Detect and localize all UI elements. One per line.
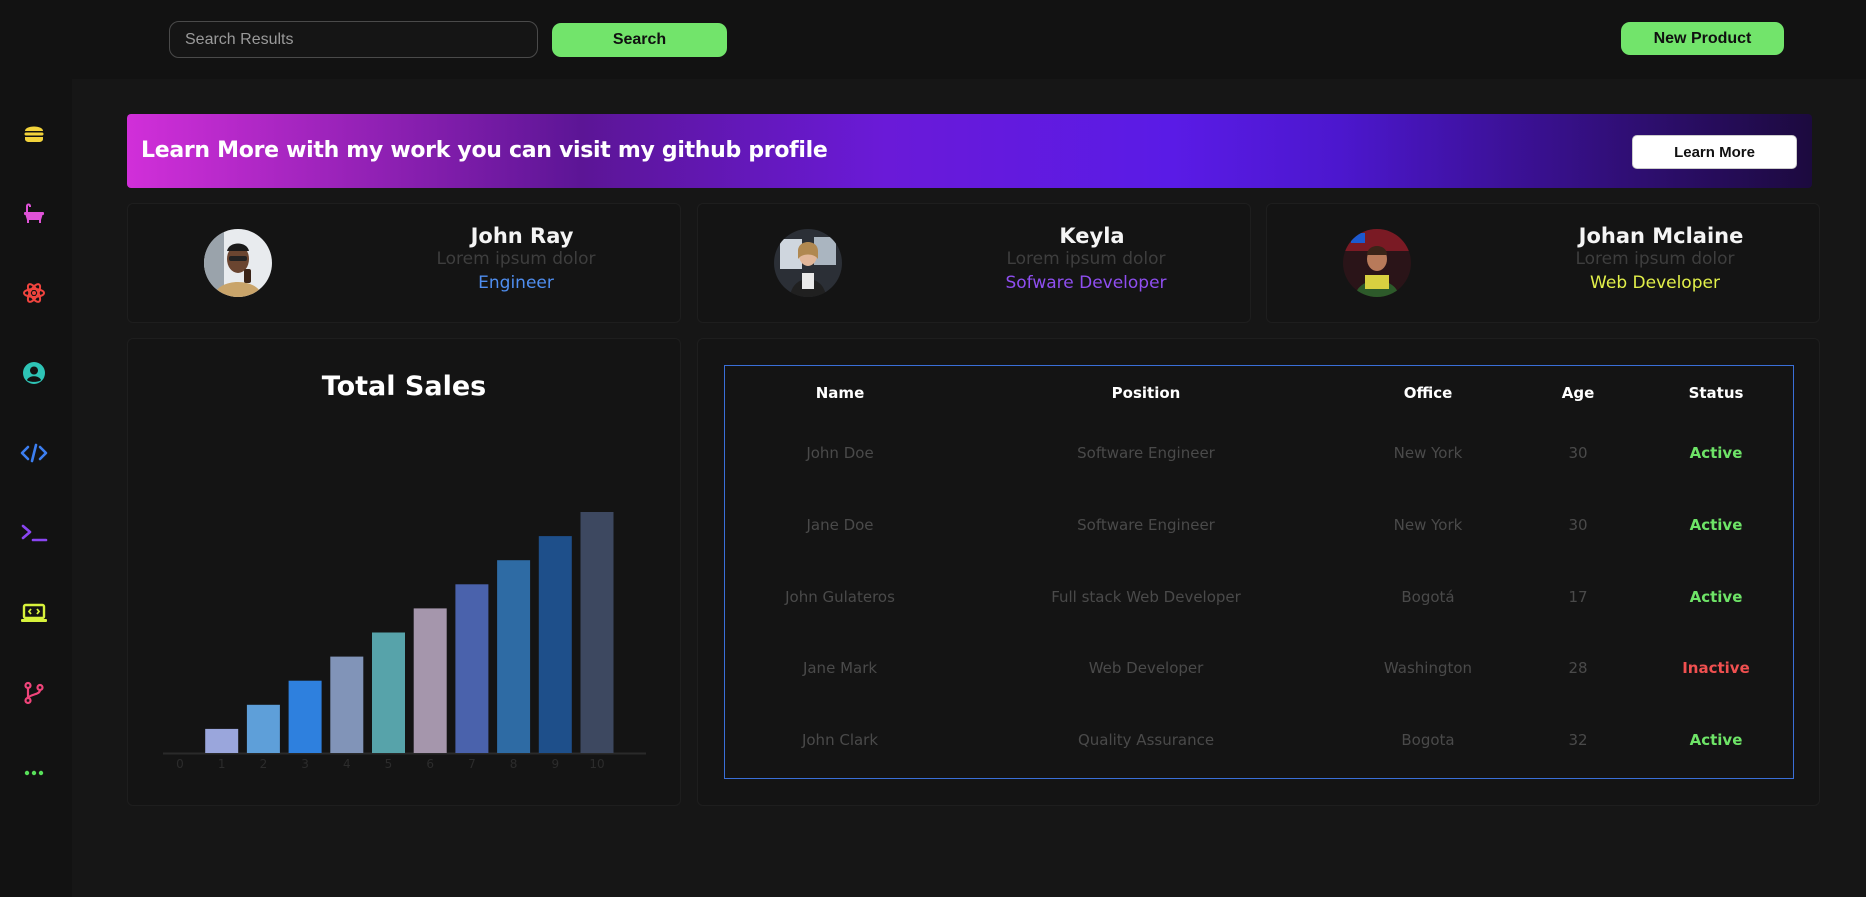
- react-atom-icon[interactable]: [17, 276, 51, 310]
- bar-1[interactable]: [205, 728, 239, 753]
- profile-card-john-ray: John Ray Lorem ipsum dolor Engineer: [127, 203, 681, 323]
- table-cell-status: Active: [1689, 588, 1743, 606]
- avatar: [204, 229, 272, 297]
- table-cell-position: Web Developer: [1088, 659, 1204, 677]
- avatar: [774, 229, 842, 297]
- sidebar: [0, 79, 72, 897]
- x-tick-label: 9: [551, 757, 559, 771]
- x-tick-label: 2: [260, 757, 268, 771]
- table-cell-position: Full stack Web Developer: [1051, 588, 1241, 606]
- bar-7[interactable]: [455, 584, 489, 753]
- table-cell-office: New York: [1393, 516, 1463, 534]
- avatar: [1343, 229, 1411, 297]
- bar-6[interactable]: [413, 608, 447, 753]
- profile-role: Sofware Developer: [1005, 273, 1167, 293]
- bar-9[interactable]: [538, 536, 572, 753]
- profile-subtitle: Lorem ipsum dolor: [1575, 249, 1735, 269]
- table-cell-status: Active: [1689, 516, 1743, 534]
- table-cell-position: Quality Assurance: [1077, 731, 1215, 749]
- laptop-code-icon[interactable]: [17, 596, 51, 630]
- table-cell-age: 32: [1568, 731, 1588, 749]
- table-cell-name: Jane Mark: [802, 659, 878, 677]
- x-tick-label: 7: [468, 757, 476, 771]
- profile-role: Engineer: [478, 273, 554, 293]
- employees-table: Name Position Office Age Status John Doe…: [724, 365, 1794, 779]
- bar-2[interactable]: [246, 704, 280, 753]
- table-cell-name: John Clark: [801, 731, 879, 749]
- profile-name: Johan Mclaine: [1578, 224, 1744, 248]
- column-header-age[interactable]: Age: [1562, 384, 1595, 402]
- bar-10[interactable]: [580, 512, 614, 753]
- table-cell-office: Bogota: [1401, 731, 1455, 749]
- table-cell-name: Jane Doe: [806, 516, 874, 534]
- table-cell-age: 28: [1568, 659, 1588, 677]
- code-icon[interactable]: [17, 436, 51, 470]
- bar-4[interactable]: [330, 656, 364, 753]
- profile-name: Keyla: [1059, 224, 1125, 248]
- table-cell-age: 17: [1568, 588, 1588, 606]
- column-header-position[interactable]: Position: [1112, 384, 1181, 402]
- profile-card-johan-mclaine: Johan Mclaine Lorem ipsum dolor Web Deve…: [1266, 203, 1820, 323]
- table-cell-office: Washington: [1383, 659, 1473, 677]
- table-cell-age: 30: [1568, 444, 1588, 462]
- table-cell-age: 30: [1568, 516, 1588, 534]
- column-header-office[interactable]: Office: [1404, 384, 1453, 402]
- table-cell-office: Bogotá: [1401, 588, 1455, 606]
- top-bar: Search New Product: [0, 0, 1866, 79]
- github-banner: Learn More with my work you can visit my…: [127, 114, 1812, 188]
- user-circle-icon[interactable]: [17, 356, 51, 390]
- profile-name: John Ray: [470, 224, 574, 248]
- table-cell-position: Software Engineer: [1077, 516, 1215, 534]
- x-tick-label: 1: [218, 757, 226, 771]
- new-product-button[interactable]: New Product: [1621, 22, 1784, 55]
- bathtub-icon[interactable]: [17, 196, 51, 230]
- column-header-status[interactable]: Status: [1689, 384, 1744, 402]
- x-tick-label: 5: [385, 757, 393, 771]
- profile-role: Web Developer: [1590, 273, 1720, 293]
- table-cell-status: Active: [1689, 444, 1743, 462]
- sales-bar-chart: 0 1 2 3 4 5 6 7 8 9 10: [163, 512, 646, 771]
- x-tick-label: 4: [343, 757, 351, 771]
- bar-5[interactable]: [372, 632, 405, 754]
- table-cell-name: John Doe: [806, 444, 874, 462]
- table-cell-status: Inactive: [1682, 659, 1750, 677]
- x-tick-label: 10: [589, 757, 604, 771]
- banner-text: Learn More with my work you can visit my…: [141, 138, 828, 163]
- profile-subtitle: Lorem ipsum dolor: [436, 249, 596, 269]
- bar-8[interactable]: [497, 560, 531, 753]
- profile-card-keyla: Keyla Lorem ipsum dolor Sofware Develope…: [697, 203, 1251, 323]
- column-header-name[interactable]: Name: [816, 384, 864, 402]
- learn-more-button[interactable]: Learn More: [1632, 135, 1797, 169]
- burger-icon[interactable]: [17, 116, 51, 150]
- x-tick-label: 3: [301, 757, 309, 771]
- total-sales-card: Total Sales 0 1 2 3 4 5 6 7 8 9 10: [127, 338, 681, 806]
- bar-3[interactable]: [288, 680, 322, 753]
- x-tick-label: 8: [510, 757, 518, 771]
- table-cell-status: Active: [1689, 731, 1743, 749]
- git-branch-icon[interactable]: [17, 676, 51, 710]
- search-input[interactable]: [169, 21, 538, 58]
- table-cell-office: New York: [1393, 444, 1463, 462]
- x-tick-label: 0: [176, 757, 184, 771]
- table-cell-name: John Gulateros: [785, 588, 895, 606]
- profile-subtitle: Lorem ipsum dolor: [1006, 249, 1166, 269]
- more-dots-icon[interactable]: [17, 756, 51, 790]
- table-cell-position: Software Engineer: [1077, 444, 1215, 462]
- search-button[interactable]: Search: [552, 23, 727, 57]
- terminal-icon[interactable]: [17, 516, 51, 550]
- x-tick-label: 6: [426, 757, 434, 771]
